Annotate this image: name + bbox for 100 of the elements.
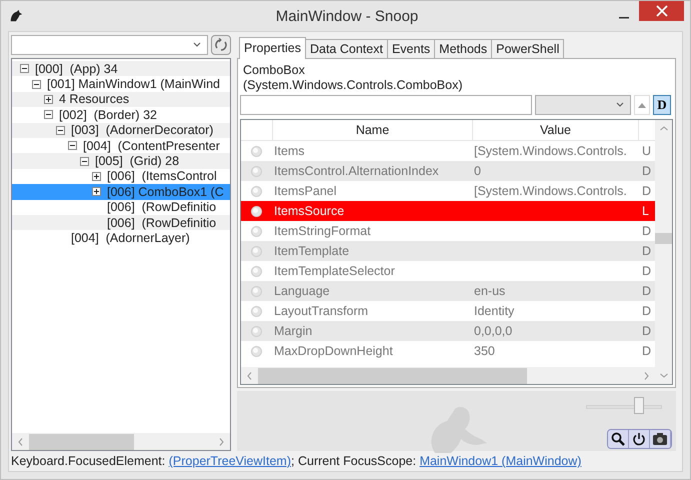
table-cell: D: [642, 344, 652, 358]
scroll-thumb[interactable]: [258, 368, 528, 384]
property-name: Margin: [274, 324, 312, 338]
table-cell: D: [642, 264, 652, 278]
collapse-icon[interactable]: [32, 80, 41, 89]
property-row[interactable]: ItemTemplate D: [241, 241, 655, 261]
chevron-down-icon[interactable]: [193, 42, 201, 48]
power-button[interactable]: [629, 430, 650, 448]
element-type: (System.Windows.Controls.ComboBox): [242, 78, 464, 93]
property-row[interactable]: ItemsPanel [System.Windows.Controls. D: [241, 181, 655, 201]
dot-icon: [251, 346, 262, 356]
triangle-up-icon[interactable]: [638, 102, 646, 108]
close-button[interactable]: [639, 1, 684, 21]
scroll-thumb[interactable]: [29, 434, 134, 450]
scroll-thumb[interactable]: [655, 233, 672, 244]
property-name: LayoutTransform: [274, 304, 368, 318]
property-name: ItemStringFormat: [274, 224, 371, 238]
search-button[interactable]: [608, 430, 629, 448]
property-row[interactable]: ItemTemplateSelector D: [241, 261, 655, 281]
dot-icon: [251, 206, 262, 216]
property-name: ItemTemplateSelector: [274, 264, 395, 278]
property-name: Items: [274, 144, 305, 158]
table-cell: U: [642, 144, 652, 158]
property-value: [System.Windows.Controls.: [474, 144, 627, 158]
tree-item[interactable]: [004] (AdornerLayer): [12, 230, 230, 246]
collapse-icon[interactable]: [20, 64, 29, 74]
table-cell: D: [642, 244, 652, 258]
default-toggle[interactable]: D: [653, 95, 671, 115]
column-header[interactable]: Name: [273, 120, 473, 140]
dot-icon: [251, 246, 262, 256]
tree-item[interactable]: [005] (Grid) 28: [12, 153, 230, 169]
vertical-scrollbar[interactable]: [655, 120, 672, 384]
property-row[interactable]: MaxDropDownHeight 350 D: [241, 341, 655, 361]
window-title: MainWindow - Snoop: [274, 8, 420, 24]
status-label: Keyboard.FocusedElement:: [11, 454, 166, 468]
property-name: ItemsPanel: [274, 184, 337, 198]
property-value: 0,0,0,0: [474, 324, 512, 338]
search-icon[interactable]: [611, 432, 625, 446]
property-row[interactable]: LayoutTransform Identity D: [241, 301, 655, 321]
property-name: ItemsSource: [274, 204, 344, 218]
expand-icon[interactable]: [44, 94, 53, 104]
collapse-icon[interactable]: [56, 126, 65, 135]
horizontal-scrollbar[interactable]: [241, 367, 655, 384]
collapse-icon[interactable]: [80, 156, 89, 166]
property-value: Identity: [474, 304, 514, 318]
focus-scope-link[interactable]: MainWindow1 (MainWindow): [420, 454, 582, 468]
dot-icon: [251, 286, 262, 296]
property-name: MaxDropDownHeight: [274, 344, 393, 358]
table-cell: D: [642, 184, 652, 198]
table-cell: D: [642, 164, 652, 178]
dot-icon: [251, 226, 262, 236]
tree-item[interactable]: [000] (App) 34: [12, 61, 230, 76]
collapse-icon[interactable]: [68, 141, 77, 150]
element-name: ComboBox: [242, 63, 306, 78]
table-cell: D: [642, 304, 652, 318]
camera-button[interactable]: [650, 430, 671, 448]
tree-item[interactable]: [006] (RowDefinitio: [12, 200, 230, 215]
property-row[interactable]: Items [System.Windows.Controls. U: [241, 141, 655, 161]
up-button[interactable]: [634, 95, 650, 115]
status-label: ; Current FocusScope:: [291, 454, 416, 468]
property-row[interactable]: ItemStringFormat D: [241, 221, 655, 241]
property-value: [System.Windows.Controls.: [474, 184, 627, 198]
dot-icon: [251, 166, 262, 176]
app-icon: [9, 9, 23, 23]
close-icon[interactable]: [656, 5, 668, 17]
zoom-slider[interactable]: [586, 397, 662, 415]
tree-item[interactable]: [006] (RowDefinitio: [12, 214, 230, 230]
table-cell: D: [642, 224, 652, 238]
tree-item[interactable]: [006] ComboBox1 (C: [12, 184, 230, 200]
dot-icon: [251, 326, 262, 336]
dot-icon: [251, 146, 262, 156]
property-value: 0: [474, 164, 481, 178]
property-name: ItemTemplate: [274, 244, 350, 258]
table-cell: L: [642, 204, 649, 218]
tree-item[interactable]: [006] (ItemsControl: [12, 168, 230, 184]
power-icon[interactable]: [632, 432, 646, 446]
horizontal-scrollbar[interactable]: [12, 433, 230, 450]
filter-field[interactable]: [240, 95, 532, 115]
camera-icon[interactable]: [652, 432, 668, 446]
tree-item[interactable]: [002] (Border) 32: [12, 107, 230, 123]
property-value: 350: [474, 344, 495, 358]
focused-element-link[interactable]: (ProperTreeViewItem): [168, 454, 292, 468]
property-row[interactable]: Margin 0,0,0,0 D: [241, 321, 655, 341]
property-name: ItemsControl.AlternationIndex: [274, 164, 439, 178]
tree-item[interactable]: 4 Resources: [12, 92, 230, 108]
chevron-down-icon[interactable]: [616, 102, 624, 108]
property-row[interactable]: Language en-us D: [241, 281, 655, 301]
tab[interactable]: PowerShell: [491, 39, 564, 58]
collapse-icon[interactable]: [44, 110, 53, 120]
tree-item[interactable]: [003] (AdornerDecorator): [12, 122, 230, 138]
expand-icon[interactable]: [92, 172, 101, 181]
expand-icon[interactable]: [92, 187, 101, 196]
dot-icon: [251, 186, 262, 196]
tree-item[interactable]: [004] (ContentPresenter: [12, 138, 230, 154]
property-row[interactable]: ItemsControl.AlternationIndex 0 D: [241, 161, 655, 181]
tab[interactable]: Properties: [239, 37, 306, 59]
tree-item[interactable]: [001] MainWindow1 (MainWind: [12, 76, 230, 92]
dot-icon: [251, 266, 262, 276]
property-row[interactable]: ItemsSource L: [241, 201, 655, 221]
column-header[interactable]: Value: [473, 120, 639, 140]
